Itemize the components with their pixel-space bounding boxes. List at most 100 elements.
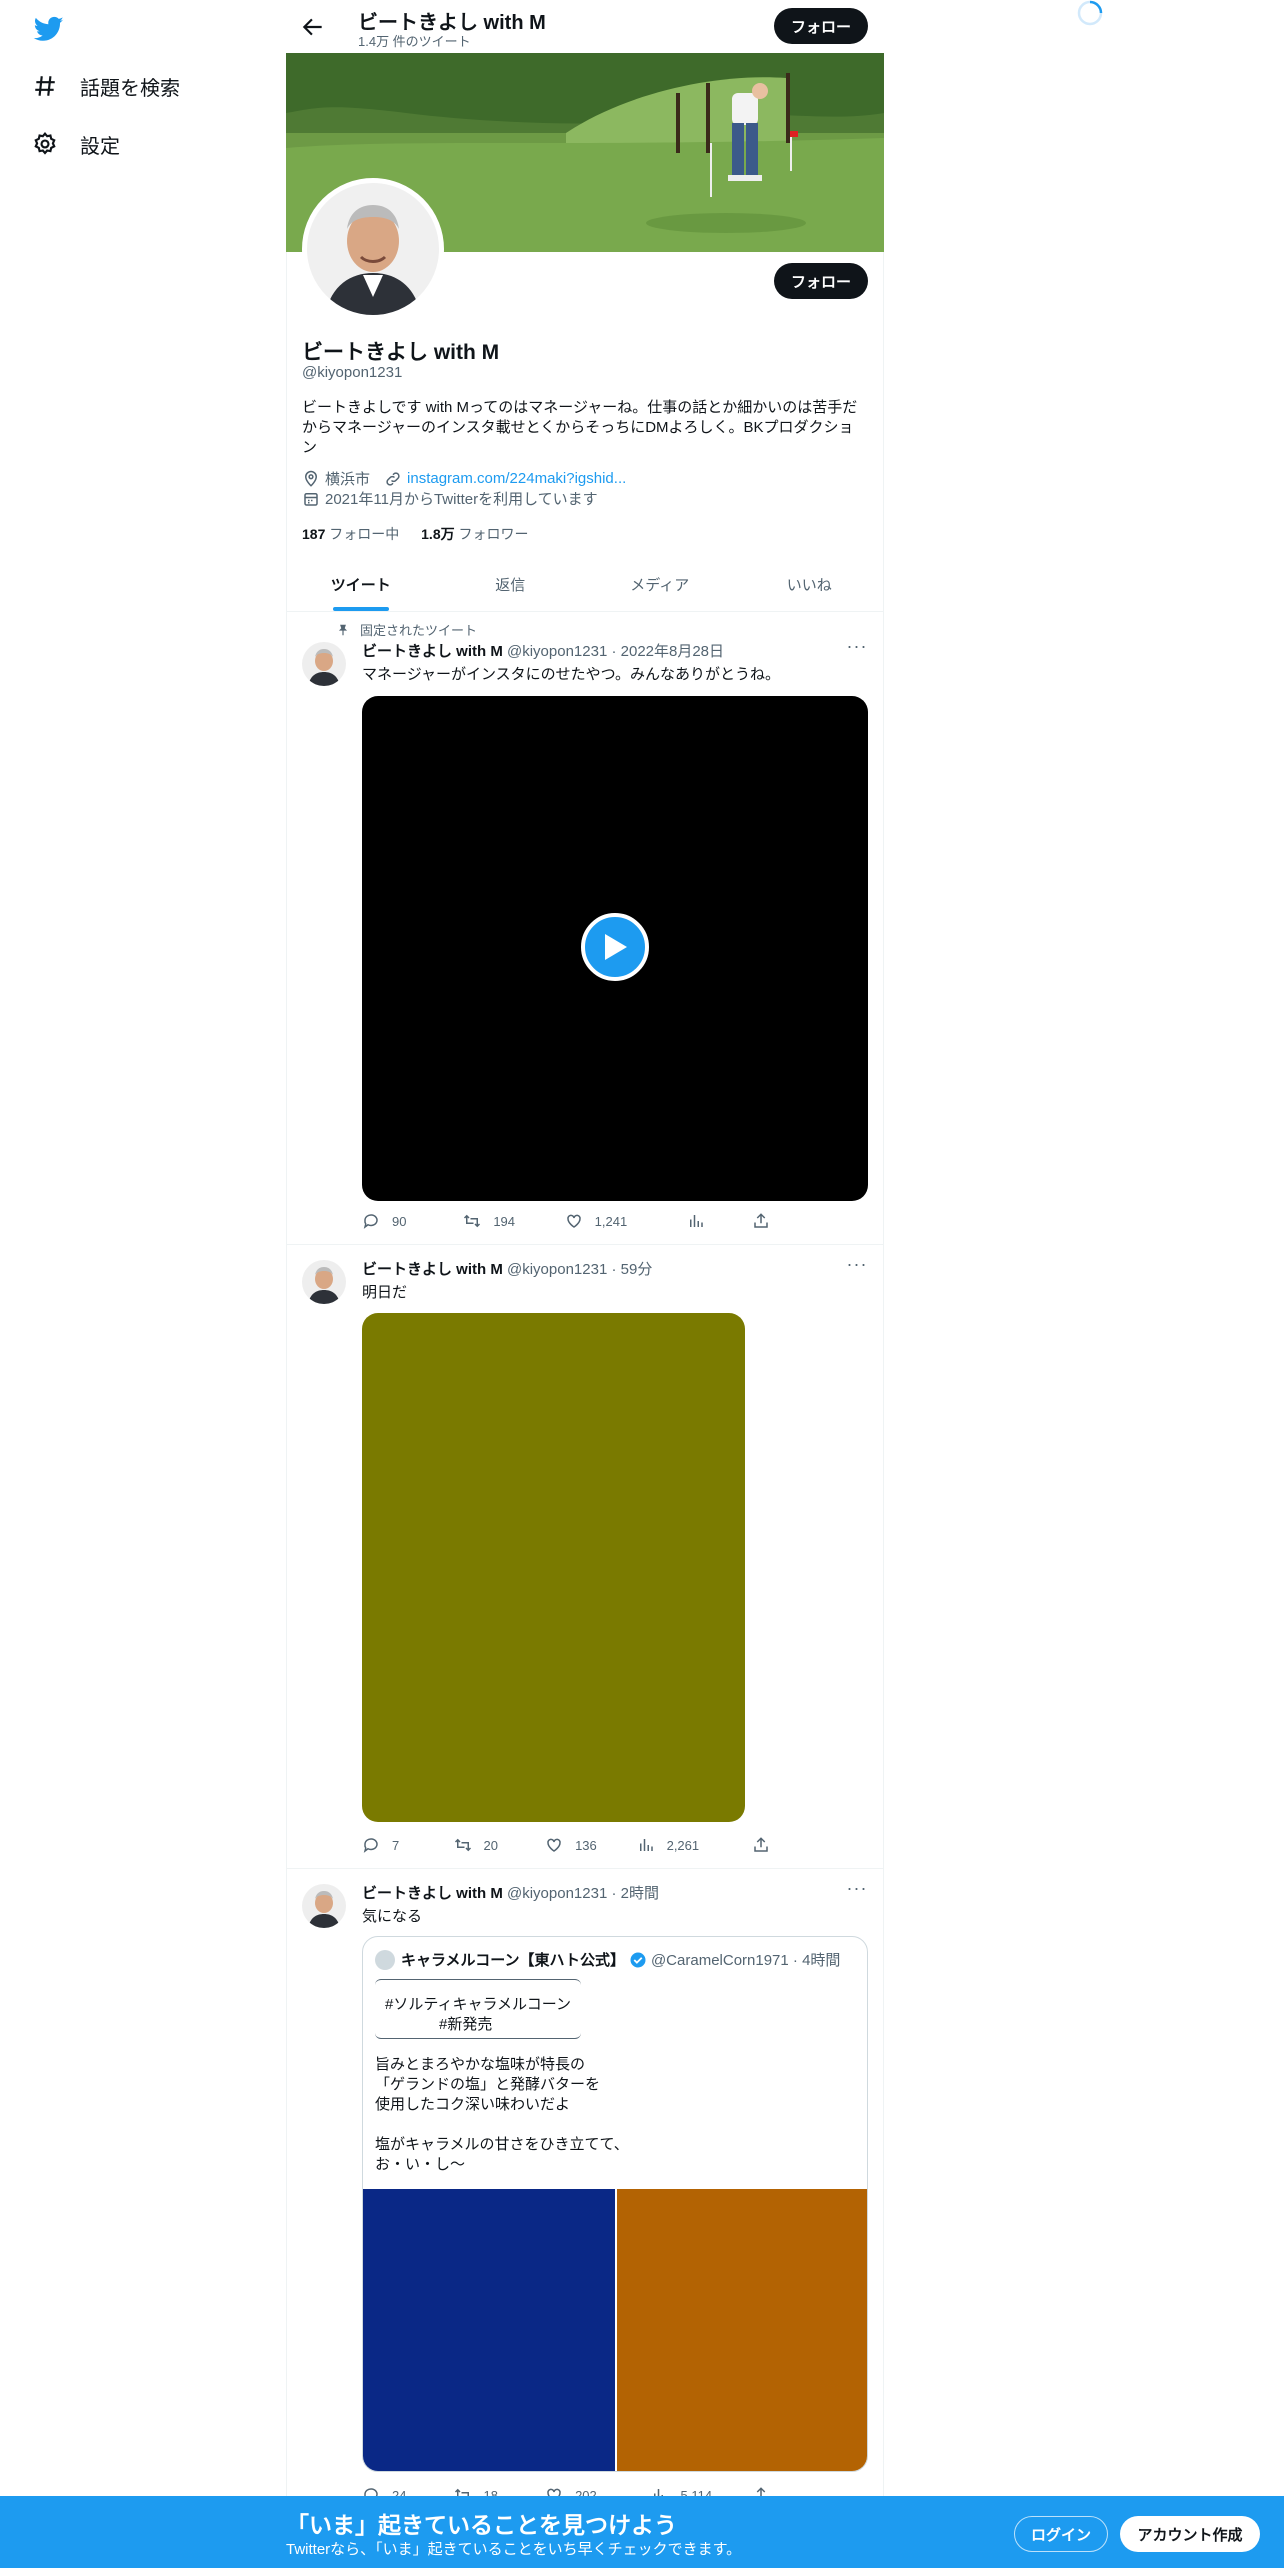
- followers-count: 1.8万: [421, 526, 455, 542]
- retweet-count: 194: [493, 1213, 516, 1229]
- retweet-icon: [464, 1214, 481, 1228]
- quote-line: 「ゲランドの塩」と発酵バターを: [375, 2076, 601, 2093]
- quote-line: 塩がキャラメルの甘さをひき立てて、: [375, 2136, 629, 2153]
- tweet-divider: [286, 1244, 884, 1245]
- header-tweet-count: 1.4万 件のツイート: [358, 34, 471, 49]
- hashtag-icon: [30, 71, 60, 101]
- following-stat[interactable]: 187 フォロー中: [302, 526, 399, 542]
- tweet-author-name[interactable]: ビートきよし with M: [362, 1885, 503, 1902]
- tweet-divider: [286, 1868, 884, 1869]
- twitter-logo-icon[interactable]: [32, 14, 66, 44]
- nav-settings[interactable]: 設定: [30, 124, 120, 164]
- pinned-label-row: 固定されたツイート: [336, 620, 477, 639]
- profile-joined: 2021年11月からTwitterを利用しています: [325, 491, 598, 508]
- quote-header: キャラメルコーン【東ハト公式】 @CaramelCorn1971 · 4時間: [375, 1949, 840, 1970]
- tweet-actions: 90 194 1,241: [362, 1212, 782, 1230]
- share-action[interactable]: [752, 1212, 782, 1230]
- views-action[interactable]: [687, 1212, 752, 1230]
- tab-likes[interactable]: いいね: [735, 558, 885, 611]
- share-icon: [754, 1837, 768, 1852]
- back-arrow-icon[interactable]: [300, 14, 326, 40]
- play-button[interactable]: [581, 913, 649, 981]
- quote-line: #新発売: [439, 2016, 493, 2033]
- quote-image-right[interactable]: [617, 2189, 867, 2471]
- nav-settings-label: 設定: [80, 135, 120, 158]
- retweet-action[interactable]: 20: [454, 1836, 546, 1854]
- tweet-meta[interactable]: @kiyopon1231 · 59分: [507, 1261, 652, 1278]
- following-label: フォロー中: [329, 526, 400, 542]
- quote-line: #ソルティキャラメルコーン: [385, 1996, 571, 2013]
- tweet-header: ビートきよし with M @kiyopon1231 · 2時間: [362, 1882, 659, 1903]
- signup-button[interactable]: アカウント作成: [1120, 2516, 1260, 2552]
- profile-bio: ビートきよしです with Mってのはマネージャーね。仕事の話とか細かいのは苦手…: [302, 399, 858, 456]
- share-action[interactable]: [752, 1836, 782, 1854]
- tweet-actions: 7 20 136 2,261: [362, 1836, 782, 1854]
- profile-follow-button[interactable]: フォロー: [774, 263, 868, 299]
- profile-website-link[interactable]: instagram.com/224maki?igshid...: [407, 470, 626, 487]
- reply-action[interactable]: 7: [362, 1836, 454, 1854]
- tab-media[interactable]: メディア: [585, 558, 735, 611]
- views-action[interactable]: 2,261: [637, 1836, 752, 1854]
- profile-handle: @kiyopon1231: [302, 364, 403, 381]
- loading-spinner-icon: [1077, 0, 1103, 26]
- analytics-icon: [690, 1215, 703, 1227]
- reply-icon: [363, 1838, 378, 1853]
- signup-prompt-title: 「いま」起きていることを見つけよう: [286, 2512, 677, 2538]
- quote-author-name: キャラメルコーン【東ハト公式】: [401, 1952, 625, 1969]
- quote-avatar: [375, 1949, 395, 1970]
- analytics-icon: [639, 1839, 653, 1851]
- quote-image-left[interactable]: [363, 2189, 615, 2471]
- tweet-author-name[interactable]: ビートきよし with M: [362, 1261, 503, 1278]
- more-options-icon[interactable]: ···: [846, 637, 868, 662]
- followers-stat[interactable]: 1.8万 フォロワー: [421, 526, 528, 542]
- reply-action[interactable]: 90: [362, 1212, 463, 1230]
- nav-explore-label: 話題を検索: [80, 77, 180, 100]
- reply-icon: [363, 1214, 378, 1229]
- login-button[interactable]: ログイン: [1014, 2516, 1108, 2552]
- tweet-avatar[interactable]: [302, 642, 346, 686]
- verified-badge-icon: [630, 1952, 646, 1967]
- pin-icon: [338, 624, 348, 635]
- views-count: 2,261: [666, 1837, 700, 1853]
- reply-count: 7: [392, 1837, 400, 1853]
- tweet-author-name[interactable]: ビートきよし with M: [362, 643, 503, 660]
- calendar-icon: [304, 492, 318, 506]
- heart-icon: [566, 1214, 581, 1228]
- tweet-image[interactable]: [362, 1313, 745, 1822]
- tab-replies[interactable]: 返信: [436, 558, 586, 611]
- pinned-label: 固定されたツイート: [360, 623, 478, 638]
- followers-label: フォロワー: [458, 526, 529, 542]
- retweet-action[interactable]: 194: [463, 1212, 564, 1230]
- tweet-meta[interactable]: @kiyopon1231 · 2時間: [507, 1885, 659, 1902]
- like-action[interactable]: 1,241: [565, 1212, 687, 1230]
- profile-tabs: ツイート 返信 メディア いいね: [286, 558, 884, 612]
- like-action[interactable]: 136: [545, 1836, 637, 1854]
- gear-icon: [30, 129, 60, 159]
- tweet-text: 明日だ: [362, 1284, 408, 1301]
- quoted-tweet[interactable]: キャラメルコーン【東ハト公式】 @CaramelCorn1971 · 4時間 #…: [362, 1936, 868, 2472]
- tweet-text: マネージャーがインスタにのせたやつ。みんなありがとうね。: [362, 666, 781, 683]
- tweet-avatar[interactable]: [302, 1884, 346, 1928]
- signup-prompt-subtitle: Twitterなら、「いま」起きていることをいち早くチェックできます。: [286, 2541, 742, 2558]
- tweet-avatar[interactable]: [302, 1260, 346, 1304]
- retweet-count: 20: [483, 1837, 498, 1853]
- profile-meta-row: 横浜市 instagram.com/224maki?igshid...: [302, 468, 626, 489]
- following-count: 187: [302, 526, 326, 542]
- more-options-icon[interactable]: ···: [846, 1879, 868, 1904]
- heart-icon: [547, 1838, 561, 1852]
- tweet-meta[interactable]: @kiyopon1231 · 2022年8月28日: [507, 643, 724, 660]
- link-icon: [386, 471, 400, 486]
- profile-location: 横浜市: [325, 471, 371, 488]
- profile-name: ビートきよし with M: [302, 341, 500, 364]
- like-count: 1,241: [594, 1213, 628, 1229]
- retweet-icon: [454, 1838, 471, 1852]
- tab-tweets[interactable]: ツイート: [286, 558, 436, 611]
- share-icon: [754, 1213, 768, 1228]
- more-options-icon[interactable]: ···: [846, 1255, 868, 1280]
- quote-line: 使用したコク深い味わいだよ: [375, 2096, 571, 2113]
- header-follow-button[interactable]: フォロー: [774, 8, 868, 44]
- nav-explore[interactable]: 話題を検索: [30, 66, 180, 106]
- tweet-header: ビートきよし with M @kiyopon1231 · 2022年8月28日: [362, 640, 724, 661]
- quote-line: 旨みとまろやかな塩味が特長の: [375, 2056, 586, 2073]
- profile-avatar[interactable]: [302, 178, 444, 320]
